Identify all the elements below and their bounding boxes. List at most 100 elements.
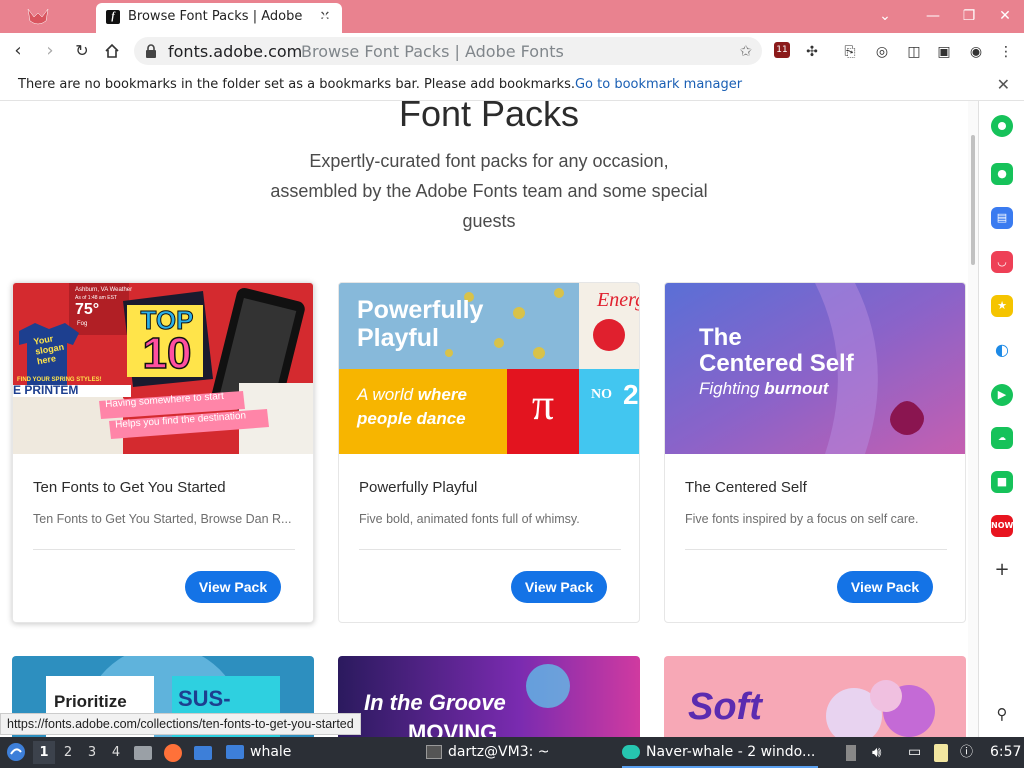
reload-icon[interactable]: ↻ [70,39,94,63]
browser-sidebar: ● ▤ ◡ ★ ◐ ▶ ☁ ■ NOW. + ⚲ [978,101,1024,737]
card-description: Ten Fonts to Get You Started, Browse Dan… [33,512,292,526]
scrollbar-thumb[interactable] [971,135,975,265]
card-title[interactable]: Powerfully Playful [359,479,477,496]
taskbar-terminal[interactable]: dartz@VM3: ~ [426,737,550,768]
workspace-4[interactable]: 4 [105,741,127,764]
no-text: NO [591,387,612,402]
update-notification-icon[interactable]: ⓘ [960,737,973,768]
folder-icon [226,745,244,759]
clock[interactable]: 6:57 [990,737,1021,768]
add-icon[interactable]: + [991,559,1013,581]
active-tab[interactable]: f Browse Font Packs | Adobe Fonts ✕ [96,3,342,33]
pin-icon[interactable]: ⚲ [991,703,1013,725]
pocket-icon[interactable]: ◡ [991,251,1013,273]
folder-label: whale [250,744,292,760]
bookmark-manager-link[interactable]: Go to bookmark manager [575,77,742,92]
address-bar[interactable]: fonts.adobe.com Browse Font Packs | Adob… [134,37,762,65]
lock-icon [146,44,156,58]
card-image-powerfully-playful[interactable]: Powerfully Playful Energ A world where p… [339,283,639,454]
font-pack-card-groove[interactable]: In the Groove MOVING [338,656,640,737]
file-manager-icon[interactable] [134,737,154,768]
wallet-icon[interactable]: ▤ [991,207,1013,229]
url-page-title: Browse Font Packs | Adobe Fonts [301,42,564,61]
taskbar-whale-folder[interactable]: whale [226,737,291,768]
new-tab-button[interactable]: + [314,6,336,28]
weather-app-icon[interactable]: ☁ [991,427,1013,449]
tab-title: Browse Font Packs | Adobe Fonts [128,9,306,24]
card-image-ten-fonts[interactable]: Ashburn, VA Weather As of 1:48 am EST 75… [13,283,313,454]
view-pack-button[interactable]: View Pack [185,571,281,603]
burnout-line: Fighting burnout [699,379,828,399]
player-icon[interactable]: ▶ [991,384,1013,406]
dance-line: people dance [357,409,466,428]
bookmarks-bar-close-icon[interactable]: ✕ [997,75,1010,94]
playful-headline-2: Playful [357,324,439,352]
page-subtitle: Expertly-curated font packs for any occa… [270,151,708,231]
font-pack-card-soft[interactable]: Soft [664,656,966,737]
window-close-icon[interactable]: ✕ [994,5,1016,27]
font-pack-card[interactable]: The Centered Self Fighting burnout The C… [664,282,966,623]
browser-label: Naver-whale - 2 windo... [646,744,816,760]
edge-app-icon[interactable]: ◐ [991,339,1013,361]
card-title[interactable]: The Centered Self [685,479,807,496]
pi-symbol: π [531,380,555,429]
sidebar-toggle-icon[interactable]: ▣ [934,42,954,62]
burnout-line-b: burnout [764,379,829,398]
groove-text: In the Groove [364,690,506,715]
forward-icon[interactable]: › [38,39,62,63]
minimize-icon[interactable]: — [922,5,944,27]
music-app-icon[interactable] [991,115,1013,137]
energy-text: Energ [597,289,639,311]
firefox-icon[interactable] [164,737,184,768]
view-pack-button[interactable]: View Pack [837,571,933,603]
star-app-icon[interactable]: ★ [991,295,1013,317]
line-app-icon[interactable]: ■ [991,471,1013,493]
taskbar-whale-browser[interactable]: Naver-whale - 2 windo... [622,737,818,768]
prioritize-text: Prioritize [54,692,127,711]
split-view-icon[interactable]: ◫ [904,42,924,62]
terminal-icon [426,745,442,759]
capture-icon[interactable]: ◎ [872,42,892,62]
workspace-3[interactable]: 3 [81,741,103,764]
menu-kebab-icon[interactable]: ⋮ [996,42,1016,62]
desktop-icon[interactable] [194,737,214,768]
profile-icon[interactable]: ◉ [966,42,986,62]
bookmarks-message-text: There are no bookmarks in the folder set… [18,77,575,92]
whale-logo-icon[interactable] [26,7,50,27]
workspace-2[interactable]: 2 [57,741,79,764]
bookmarks-message: There are no bookmarks in the folder set… [18,77,742,92]
bookmarks-bar: There are no bookmarks in the folder set… [0,69,1024,101]
centered-line-2: Centered Self [699,350,854,377]
weather-temp: 75° [75,301,100,318]
font-pack-card[interactable]: Powerfully Playful Energ A world where p… [338,282,640,623]
view-pack-button[interactable]: View Pack [511,571,607,603]
workspace-1[interactable]: 1 [33,741,55,764]
moving-text: MOVING [408,720,498,737]
home-icon[interactable] [100,39,124,63]
card-title[interactable]: Ten Fonts to Get You Started [33,479,226,496]
clipboard-icon[interactable] [934,737,954,768]
extension-badge-icon[interactable]: 11 [774,42,790,58]
cast-icon[interactable]: ⎘ [840,42,860,62]
network-icon[interactable]: ▭ [908,737,921,768]
playful-headline-1: Powerfully [357,296,484,324]
restore-icon[interactable]: ❐ [958,5,980,27]
battery-icon[interactable] [846,737,860,768]
centered-line-1: The [699,324,742,351]
soft-text: Soft [688,686,762,728]
volume-icon[interactable]: 🔊︎ [872,737,881,768]
notification-icon[interactable]: ● [991,163,1013,185]
now-app-icon[interactable]: NOW. [991,515,1016,537]
browser-toolbar: ‹ › ↻ fonts.adobe.com Browse Font Packs … [0,33,1024,69]
world-line: A world where [357,385,467,405]
ticker-text: E PRINTEM [13,383,79,397]
card-image-centered-self[interactable]: The Centered Self Fighting burnout [665,283,965,454]
page-scrollbar[interactable] [968,101,978,737]
bookmark-star-icon[interactable]: ✩ [739,42,752,60]
tab-list-chevron-icon[interactable]: ⌄ [874,5,896,27]
world-line-b: where [417,385,467,404]
back-icon[interactable]: ‹ [6,39,30,63]
extensions-puzzle-icon[interactable]: ✣ [802,42,822,62]
font-pack-card[interactable]: Ashburn, VA Weather As of 1:48 am EST 75… [12,282,314,623]
start-menu-icon[interactable] [6,737,28,768]
